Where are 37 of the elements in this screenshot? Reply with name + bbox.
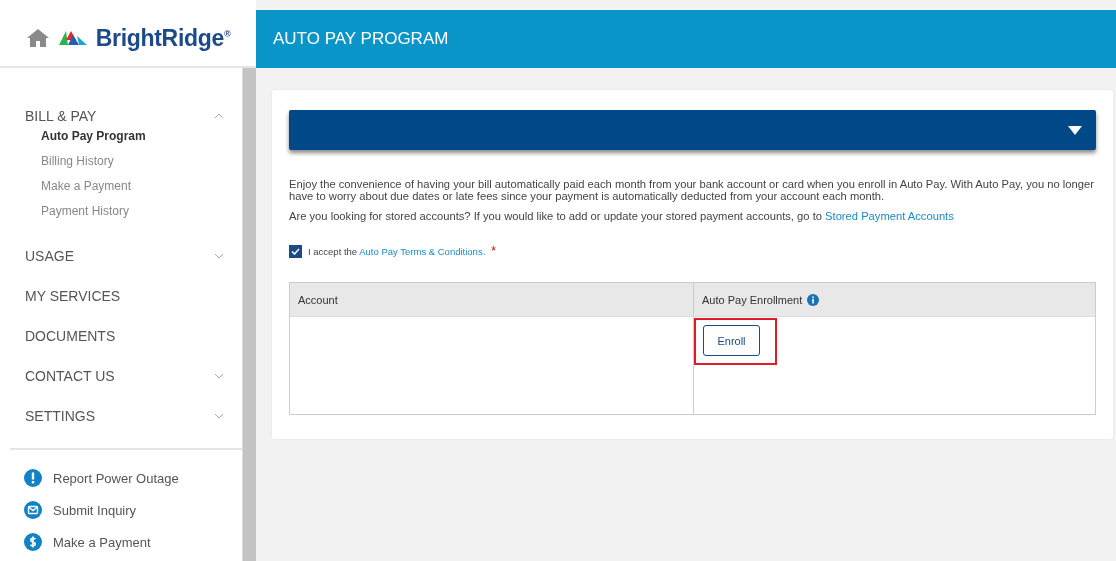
chevron-down-icon[interactable] (214, 373, 224, 379)
dollar-icon (24, 533, 42, 551)
stored-accounts-text: Are you looking for stored accounts? If you would like to add or update your stored payment accounts, go to Stored Payment Accounts (289, 210, 955, 222)
info-icon[interactable] (807, 293, 820, 306)
nav-section[interactable]: USAGE (25, 248, 74, 264)
accept-label: I accept the Auto Pay Terms & Conditions. (308, 245, 486, 257)
stored-accounts-link[interactable]: Stored Payment Accounts (825, 210, 954, 222)
alert-icon (24, 469, 42, 487)
nav-section[interactable]: MY SERVICES (25, 288, 121, 304)
nav-section[interactable]: SETTINGS (25, 408, 95, 424)
nav-item[interactable]: Billing History (0, 149, 242, 174)
nav-section[interactable]: BILL & PAY (25, 108, 97, 124)
nav-item[interactable]: Auto Pay Program (0, 124, 242, 149)
logo-icon (57, 30, 88, 46)
quick-link[interactable]: Make a Payment (53, 534, 151, 550)
home-icon[interactable] (25, 28, 50, 48)
required-mark: * (491, 244, 496, 258)
brand-name: BrightRidge$^{®}$ (95, 24, 231, 52)
chevron-down-icon[interactable] (214, 413, 224, 419)
column-header: Account (290, 283, 694, 316)
chevron-down-icon[interactable] (214, 253, 224, 259)
accept-checkbox[interactable] (289, 244, 302, 258)
quick-link[interactable]: Report Power Outage (53, 470, 179, 486)
envelope-icon (24, 501, 42, 519)
nav-item[interactable]: Payment History (0, 199, 242, 224)
nav-section[interactable]: DOCUMENTS (25, 328, 116, 344)
column-header: Auto Pay Enrollment (694, 283, 1095, 316)
enroll-button[interactable]: Enroll (703, 325, 760, 356)
terms-link[interactable]: Auto Pay Terms & Conditions. (359, 245, 486, 257)
nav-section[interactable]: CONTACT US (25, 368, 115, 384)
quick-link[interactable]: Submit Inquiry (53, 502, 137, 518)
nav-item[interactable]: Make a Payment (0, 174, 242, 199)
scrollbar[interactable] (242, 68, 256, 561)
chevron-up-icon[interactable] (214, 113, 224, 119)
intro-text: Enjoy the convenience of having your bill automatically paid each month from your bank account or card when you enroll in Auto Pay. With Auto Pay, you no longer have to worry about due dates or late fees since your payment is automatically deducted from your account each month. (289, 178, 1095, 202)
caret-down-icon (1068, 125, 1082, 135)
page-title: AUTO PAY PROGRAM (273, 29, 449, 49)
